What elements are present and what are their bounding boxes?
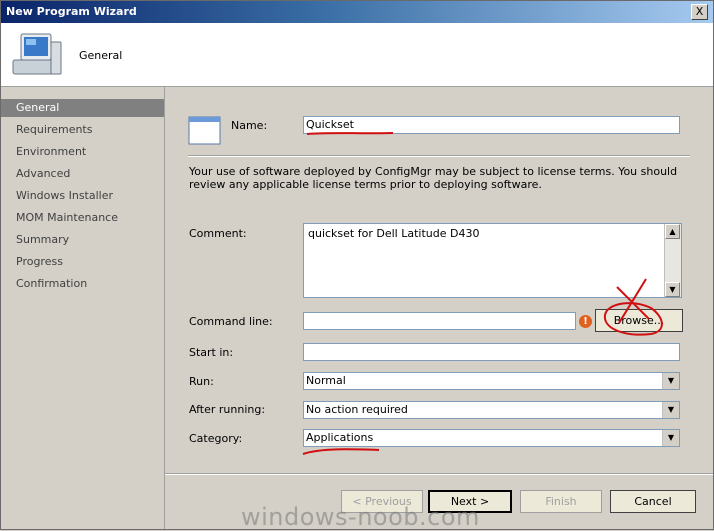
nav-item-mom-maintenance[interactable]: MOM Maintenance	[1, 209, 164, 227]
command-line-input[interactable]	[303, 312, 576, 330]
divider	[188, 155, 690, 157]
command-line-label: Command line:	[189, 315, 273, 328]
warning-icon: !	[579, 315, 592, 328]
wizard-content: Name: Quickset Your use of software depl…	[165, 87, 713, 529]
window-title: New Program Wizard	[6, 5, 137, 18]
after-running-label: After running:	[189, 403, 266, 416]
nav-item-progress[interactable]: Progress	[1, 253, 164, 271]
nav-item-general[interactable]: General	[1, 99, 164, 117]
finish-button[interactable]: Finish	[520, 490, 602, 513]
name-input[interactable]: Quickset	[303, 116, 680, 134]
comment-label: Comment:	[189, 227, 247, 240]
scroll-up-button[interactable]: ▲	[665, 224, 680, 239]
run-select[interactable]: Normal ▼	[303, 372, 680, 390]
nav-item-environment[interactable]: Environment	[1, 143, 164, 161]
chevron-down-icon[interactable]: ▼	[662, 430, 679, 446]
name-label: Name:	[231, 119, 268, 132]
chevron-down-icon[interactable]: ▼	[662, 373, 679, 389]
close-button[interactable]: X	[691, 4, 708, 20]
wizard-nav: General Requirements Environment Advance…	[1, 87, 165, 529]
comment-textarea[interactable]: quickset for Dell Latitude D430 ▲ ▼	[303, 223, 682, 298]
wizard-window: New Program Wizard X General General Req…	[0, 0, 714, 531]
header-title: General	[79, 49, 123, 62]
watermark: windows-noob.com	[241, 503, 480, 531]
start-in-input[interactable]	[303, 343, 680, 361]
run-value: Normal	[306, 374, 346, 387]
nav-item-windows-installer[interactable]: Windows Installer	[1, 187, 164, 205]
wizard-header: General	[1, 23, 713, 87]
nav-item-summary[interactable]: Summary	[1, 231, 164, 249]
after-running-select[interactable]: No action required ▼	[303, 401, 680, 419]
run-label: Run:	[189, 375, 214, 388]
license-notice: Your use of software deployed by ConfigM…	[189, 165, 678, 191]
category-label: Category:	[189, 432, 243, 445]
category-value: Applications	[306, 431, 374, 444]
start-in-label: Start in:	[189, 346, 234, 359]
title-bar[interactable]: New Program Wizard X	[1, 1, 713, 23]
button-divider	[165, 473, 713, 475]
computer-icon	[12, 33, 62, 75]
browse-button[interactable]: Browse...	[595, 309, 683, 332]
after-running-value: No action required	[306, 403, 408, 416]
scroll-down-button[interactable]: ▼	[665, 282, 680, 297]
category-select[interactable]: Applications ▼	[303, 429, 680, 447]
chevron-down-icon[interactable]: ▼	[662, 402, 679, 418]
program-icon	[188, 116, 221, 145]
comment-scrollbar[interactable]: ▲ ▼	[664, 224, 681, 297]
cancel-button[interactable]: Cancel	[610, 490, 696, 513]
comment-text: quickset for Dell Latitude D430	[308, 227, 480, 240]
nav-item-advanced[interactable]: Advanced	[1, 165, 164, 183]
nav-item-requirements[interactable]: Requirements	[1, 121, 164, 139]
nav-item-confirmation[interactable]: Confirmation	[1, 275, 164, 293]
